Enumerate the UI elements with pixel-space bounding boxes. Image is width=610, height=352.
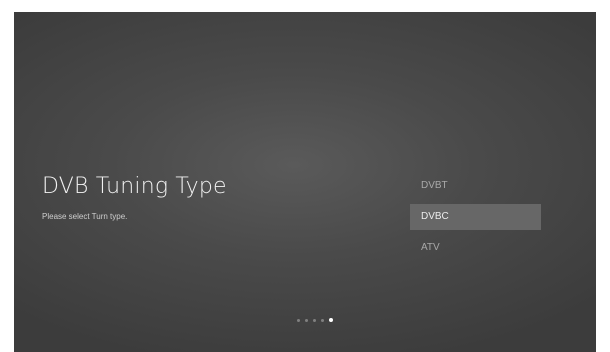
- page-subtitle: Please select Turn type.: [42, 212, 128, 221]
- page-title: DVB Tuning Type: [42, 174, 227, 199]
- setup-screen: DVB Tuning Type Please select Turn type.…: [14, 12, 596, 352]
- option-dvbc[interactable]: DVBC: [410, 204, 541, 230]
- step-dot-1: [297, 318, 300, 322]
- option-atv[interactable]: ATV: [410, 235, 541, 261]
- option-dvbt[interactable]: DVBT: [410, 173, 541, 199]
- step-dot-3: [313, 318, 316, 322]
- step-dot-5-current: [329, 318, 333, 322]
- step-indicator: [297, 318, 333, 322]
- tuning-type-list: DVBT DVBC ATV: [410, 173, 541, 266]
- step-dot-4: [321, 318, 324, 322]
- step-dot-2: [305, 318, 308, 322]
